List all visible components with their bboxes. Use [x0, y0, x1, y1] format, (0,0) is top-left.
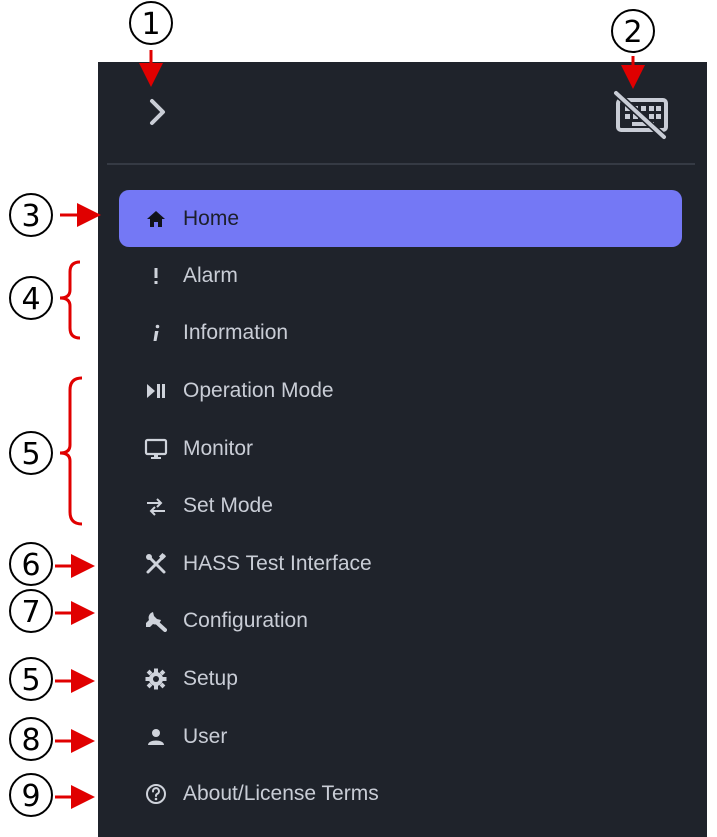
annotation-overlay: 1 2 3 4 5 6 7 5 8 9 — [9, 1, 655, 817]
callout-5a: 5 — [9, 376, 83, 526]
callout-9-number: 9 — [21, 779, 40, 814]
callout-7: 7 — [9, 589, 95, 633]
callout-3: 3 — [9, 193, 101, 237]
callout-5b-number: 5 — [21, 663, 40, 698]
callout-8-number: 8 — [21, 723, 40, 758]
callout-2: 2 — [611, 9, 655, 89]
callout-8: 8 — [9, 717, 95, 761]
callout-1-number: 1 — [141, 7, 160, 42]
callout-2-number: 2 — [623, 15, 642, 50]
callout-1: 1 — [129, 1, 173, 87]
callout-5b: 5 — [9, 657, 95, 701]
callout-3-number: 3 — [21, 199, 40, 234]
callout-5a-number: 5 — [21, 437, 40, 472]
callout-6: 6 — [9, 542, 95, 586]
callout-4: 4 — [9, 260, 81, 340]
callout-4-number: 4 — [21, 282, 40, 317]
callout-7-number: 7 — [21, 595, 40, 630]
callout-9: 9 — [9, 773, 95, 817]
callout-6-number: 6 — [21, 548, 40, 583]
